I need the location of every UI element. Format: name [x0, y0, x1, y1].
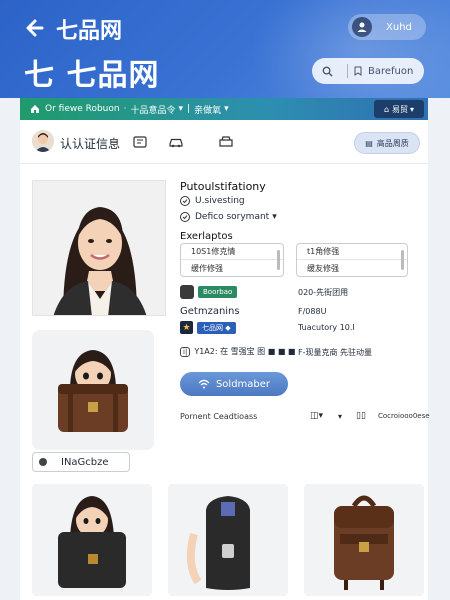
detail-text: Y1A2: 在 雪强宝 图 ■ ■ ■ [194, 347, 296, 356]
section-heading: Getmzanins [180, 306, 240, 317]
comment-icon[interactable]: ◫▾ [310, 411, 323, 421]
vendor-avatar [180, 285, 194, 299]
thumbnail-label[interactable]: INaGcbze [32, 452, 130, 472]
home-icon[interactable] [30, 104, 40, 114]
id-card-icon[interactable] [132, 134, 148, 150]
vendor-badge: Boorbao [198, 286, 238, 298]
brand-value: Tuacutory 10.I [298, 323, 355, 332]
sort-icon[interactable]: ▾ [338, 412, 342, 421]
option-item[interactable]: 缓作修强 [181, 260, 283, 276]
footer-link[interactable]: Cocroiooo0ese [378, 412, 430, 420]
breadcrumb-bar: Or fiewe Robuon · 十品意品令 ▾ | 亲做氧 ▾ ⌂ 易贸 ▾ [20, 98, 428, 120]
nav-menu-label: 易贸 [392, 104, 409, 114]
radio-icon [39, 458, 47, 466]
info-title: Putoulstifationy [180, 180, 266, 193]
option-item[interactable]: 缓友修强 [297, 260, 407, 276]
app-header: 七品网 七 七品网 Xuhd Barefuon [0, 0, 450, 98]
breadcrumb-separator: | [187, 104, 191, 114]
avatar[interactable] [32, 130, 54, 152]
scrollbar[interactable] [277, 250, 280, 270]
footer-text: Pornent Ceadtioass [180, 411, 258, 421]
gallery-item[interactable] [304, 484, 424, 596]
app-title: 七品网 [56, 19, 123, 44]
detail-value: F-现量克商 先驻动量 [298, 348, 373, 357]
star-icon: ★ [180, 321, 193, 334]
document-icon: ▤ [365, 138, 373, 148]
primary-button[interactable]: Soldmaber [180, 372, 288, 396]
vendor-row[interactable]: Boorbao [180, 285, 238, 299]
search-text: Barefuon [368, 65, 414, 77]
detail-row: i| Y1A2: 在 雪强宝 图 ■ ■ ■ [180, 346, 295, 357]
checkbox-label: U.sivesting [195, 196, 245, 206]
search-bar[interactable]: Barefuon [312, 58, 424, 84]
divider [347, 64, 348, 78]
option-item[interactable]: 10S1修克情 [181, 244, 283, 260]
brand-badge: 七品网 ◆ [197, 321, 236, 334]
breadcrumb-item-home[interactable]: Or fiewe Robuon [45, 104, 120, 114]
footer-row: Pornent Ceadtioass ◫▾ ▾ ▯▯ Cocroiooo0ese [20, 402, 430, 430]
profile-name: Xuhd [386, 21, 412, 33]
chevron-down-icon: ▾ [272, 212, 277, 222]
breadcrumb-item-category[interactable]: 十品意品令 [130, 103, 175, 116]
wifi-icon [198, 379, 210, 389]
option-list-left[interactable]: 10S1修克情 缓作修强 [180, 243, 284, 277]
car-icon[interactable] [168, 134, 184, 150]
check-circle-icon [180, 196, 190, 206]
vehicle-icon[interactable] [218, 134, 234, 150]
nav-menu-button[interactable]: ⌂ 易贸 ▾ [374, 100, 424, 118]
section-value: F/088U [298, 307, 327, 316]
action-button-label: 高品周质 [376, 138, 409, 148]
breadcrumb-separator: · [123, 104, 127, 114]
main-panel: 认认证信息 ▤ 高品周质 INaGcbze Putoulstifationy U… [20, 120, 430, 600]
search-icon [322, 66, 333, 77]
info-icon: i| [180, 346, 191, 357]
home-icon: ⌂ [383, 104, 390, 114]
option-list-right[interactable]: t1角修强 缓友修强 [296, 243, 408, 277]
checkbox-item[interactable]: Defico sorymant ▾ [180, 212, 277, 222]
breadcrumb: Or fiewe Robuon · 十品意品令 ▾ | 亲做氧 ▾ [20, 98, 229, 120]
checkbox-item[interactable]: U.sivesting [180, 196, 245, 206]
option-item[interactable]: t1角修强 [297, 244, 407, 260]
action-button[interactable]: ▤ 高品周质 [354, 132, 420, 154]
examples-heading: Exerlaptos [180, 231, 233, 242]
gallery-item[interactable] [32, 484, 152, 596]
chevron-down-icon: ▾ [410, 104, 415, 114]
vendor-contact: 020-先街团用 [298, 288, 349, 297]
primary-button-label: Soldmaber [215, 378, 271, 390]
back-arrow-icon[interactable] [22, 14, 50, 42]
thumbnail-label-text: INaGcbze [61, 456, 109, 468]
avatar-thumbnail[interactable] [32, 330, 154, 450]
scrollbar[interactable] [401, 250, 404, 270]
check-circle-icon [180, 212, 190, 222]
page-title: 认认证信息 [60, 137, 121, 151]
toolbar: 认认证信息 ▤ 高品周质 [20, 120, 428, 164]
book-icon[interactable]: ▯▯ [356, 411, 366, 421]
breadcrumb-item-current[interactable]: 亲做氧 [194, 103, 221, 116]
brand-logo-text: 七 七品网 [24, 58, 160, 93]
gallery-item[interactable] [168, 484, 288, 596]
chevron-down-icon: ▾ [178, 104, 184, 114]
dropdown-label: Defico sorymant [195, 212, 270, 222]
portrait-photo [32, 180, 166, 316]
user-profile-pill[interactable]: Xuhd [348, 14, 426, 40]
chevron-down-icon: ▾ [224, 104, 229, 114]
brand-row[interactable]: ★ 七品网 ◆ [180, 321, 236, 334]
bookmark-icon [354, 66, 362, 76]
user-icon [352, 17, 372, 37]
